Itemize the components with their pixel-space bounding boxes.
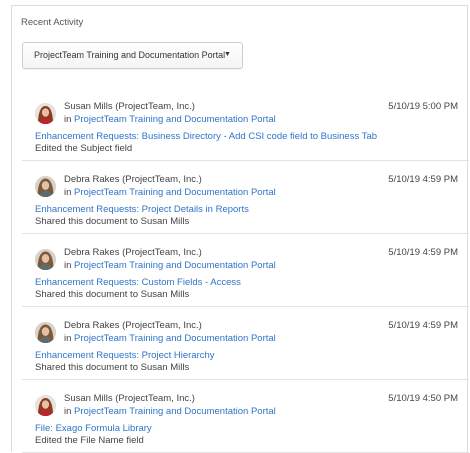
portal-select-value: ProjectTeam Training and Documentation P…: [34, 50, 226, 60]
activity-portal-line: in ProjectTeam Training and Documentatio…: [64, 187, 276, 198]
avatar: [35, 395, 56, 416]
activity-portal-line: in ProjectTeam Training and Documentatio…: [64, 406, 276, 417]
avatar-photo-icon: [35, 249, 56, 270]
in-prefix: in: [64, 114, 72, 125]
activity-item: Susan Mills (ProjectTeam, Inc.) in Proje…: [22, 88, 469, 161]
activity-author: Susan Mills (ProjectTeam, Inc.): [64, 101, 195, 112]
activity-date: 5/10/19 4:50 PM: [388, 393, 458, 404]
activity-feed: Susan Mills (ProjectTeam, Inc.) in Proje…: [22, 88, 469, 453]
avatar-photo-icon: [35, 103, 56, 124]
avatar-photo-icon: [35, 322, 56, 343]
activity-action: Edited the Subject field: [35, 143, 133, 154]
document-link[interactable]: File: Exago Formula Library: [35, 423, 152, 434]
avatar: [35, 103, 56, 124]
panel-title: Recent Activity: [21, 17, 84, 28]
portal-select-dropdown[interactable]: ProjectTeam Training and Documentation P…: [22, 42, 243, 69]
in-prefix: in: [64, 333, 72, 344]
activity-action: Edited the File Name field: [35, 435, 144, 446]
portal-link[interactable]: ProjectTeam Training and Documentation P…: [74, 333, 276, 344]
avatar-photo-icon: [35, 176, 56, 197]
in-prefix: in: [64, 406, 72, 417]
in-prefix: in: [64, 187, 72, 198]
avatar: [35, 249, 56, 270]
activity-date: 5/10/19 4:59 PM: [388, 320, 458, 331]
activity-item: Susan Mills (ProjectTeam, Inc.) in Proje…: [22, 380, 469, 453]
avatar: [35, 322, 56, 343]
activity-portal-line: in ProjectTeam Training and Documentatio…: [64, 260, 276, 271]
avatar-photo-icon: [35, 395, 56, 416]
activity-date: 5/10/19 4:59 PM: [388, 174, 458, 185]
activity-action: Shared this document to Susan Mills: [35, 216, 190, 227]
recent-activity-panel: Recent Activity ProjectTeam Training and…: [11, 5, 469, 453]
portal-link[interactable]: ProjectTeam Training and Documentation P…: [74, 187, 276, 198]
activity-date: 5/10/19 5:00 PM: [388, 101, 458, 112]
activity-item: Debra Rakes (ProjectTeam, Inc.) in Proje…: [22, 161, 469, 234]
portal-link[interactable]: ProjectTeam Training and Documentation P…: [74, 114, 276, 125]
activity-portal-line: in ProjectTeam Training and Documentatio…: [64, 333, 276, 344]
portal-link[interactable]: ProjectTeam Training and Documentation P…: [74, 406, 276, 417]
activity-action: Shared this document to Susan Mills: [35, 362, 190, 373]
activity-author: Debra Rakes (ProjectTeam, Inc.): [64, 174, 202, 185]
activity-portal-line: in ProjectTeam Training and Documentatio…: [64, 114, 276, 125]
document-link[interactable]: Enhancement Requests: Business Directory…: [35, 131, 377, 142]
activity-author: Susan Mills (ProjectTeam, Inc.): [64, 393, 195, 404]
caret-down-icon: ▼: [224, 51, 231, 58]
activity-author: Debra Rakes (ProjectTeam, Inc.): [64, 247, 202, 258]
activity-item: Debra Rakes (ProjectTeam, Inc.) in Proje…: [22, 307, 469, 380]
in-prefix: in: [64, 260, 72, 271]
avatar: [35, 176, 56, 197]
document-link[interactable]: Enhancement Requests: Project Details in…: [35, 204, 249, 215]
portal-link[interactable]: ProjectTeam Training and Documentation P…: [74, 260, 276, 271]
document-link[interactable]: Enhancement Requests: Custom Fields - Ac…: [35, 277, 241, 288]
document-link[interactable]: Enhancement Requests: Project Hierarchy: [35, 350, 215, 361]
activity-item: Debra Rakes (ProjectTeam, Inc.) in Proje…: [22, 234, 469, 307]
activity-date: 5/10/19 4:59 PM: [388, 247, 458, 258]
activity-author: Debra Rakes (ProjectTeam, Inc.): [64, 320, 202, 331]
activity-action: Shared this document to Susan Mills: [35, 289, 190, 300]
